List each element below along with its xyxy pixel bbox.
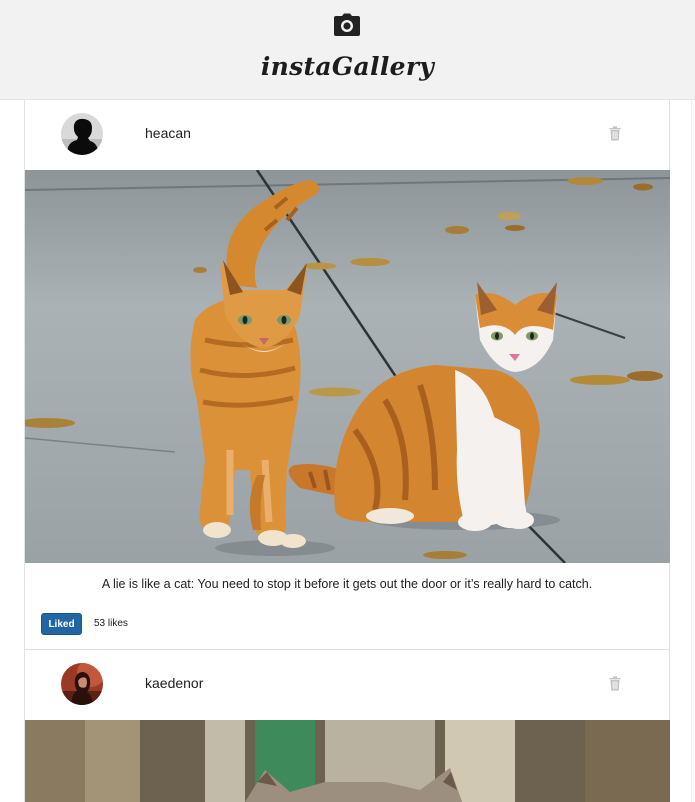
scroll-edge [691, 100, 695, 802]
post-feed: heacan A lie is like a cat: You need to … [24, 100, 670, 802]
app-title: instaGallery [260, 52, 435, 81]
avatar[interactable] [61, 113, 103, 155]
app-header: instaGallery [0, 0, 695, 100]
camera-icon [334, 13, 360, 36]
post-actions: Liked 53 likes [25, 599, 669, 649]
avatar[interactable] [61, 663, 103, 705]
post-username[interactable]: heacan [145, 125, 191, 141]
trash-icon[interactable] [609, 126, 621, 141]
post-card: heacan A lie is like a cat: You need to … [24, 100, 670, 650]
trash-icon[interactable] [609, 676, 621, 691]
post-card: kaedenor [24, 650, 670, 802]
post-image [25, 170, 670, 563]
post-image [25, 720, 670, 802]
post-header: heacan [25, 100, 669, 170]
like-count: 53 likes [94, 618, 128, 629]
like-button[interactable]: Liked [41, 613, 82, 635]
post-caption: A lie is like a cat: You need to stop it… [101, 577, 593, 591]
post-header: kaedenor [25, 650, 669, 720]
post-username[interactable]: kaedenor [145, 675, 203, 691]
